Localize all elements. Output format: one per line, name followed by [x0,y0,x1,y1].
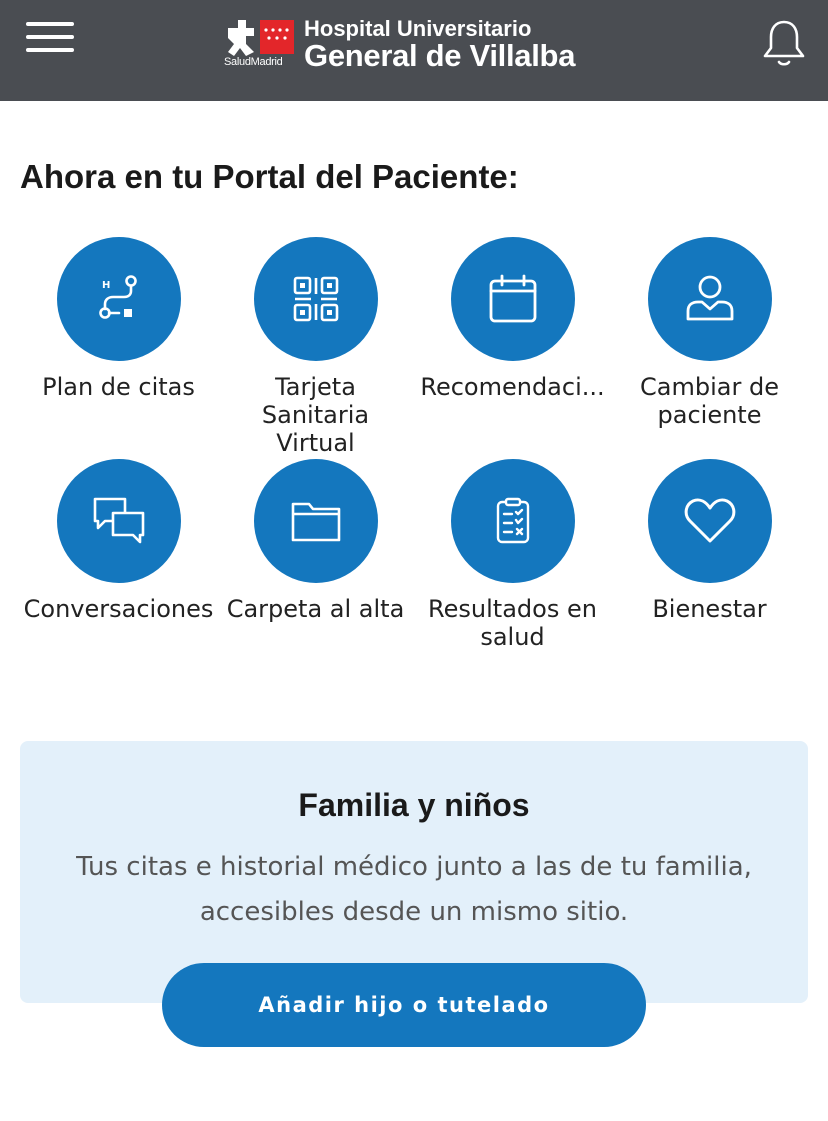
chat-bubbles-icon [93,497,144,544]
page-title: Ahora en tu Portal del Paciente: [20,158,519,195]
tile-recomendaciones[interactable]: Recomendaci... [414,237,611,401]
tile-tarjeta-sanitaria-virtual[interactable]: Tarjeta Sanitaria Virtual [217,237,414,457]
tile-resultados-en-salud[interactable]: Resultados en salud [414,459,611,651]
hospital-logo: SaludMadrid Hospital Universitario Gener… [224,16,604,76]
user-icon [686,275,733,321]
tile-bienestar[interactable]: Bienestar [611,459,808,623]
tile-label: Cambiar de paciente [640,373,779,429]
tile-conversaciones[interactable]: Conversaciones [20,459,217,623]
bell-icon[interactable] [762,18,806,68]
tile-label: Bienestar [652,595,767,623]
tile-plan-de-citas[interactable]: H Plan de citas [20,237,217,401]
app-header: SaludMadrid Hospital Universitario Gener… [0,0,828,101]
tile-label: Plan de citas [42,373,195,401]
heart-icon [684,498,735,543]
logo-brand-text: SaludMadrid [224,56,283,68]
add-child-button[interactable]: Añadir hijo o tutelado [162,963,646,1047]
tile-label: Resultados en salud [428,595,597,651]
tile-label: Tarjeta Sanitaria Virtual [261,373,370,457]
qr-code-icon [293,276,338,322]
tile-label: Carpeta al alta [226,595,405,623]
family-card-description: Tus citas e historial médico junto a las… [76,852,752,927]
tile-label: Conversaciones [23,595,214,623]
calendar-icon [489,274,536,323]
family-card-title: Familia y niños [298,787,530,823]
hamburger-icon [26,22,74,26]
folder-icon [291,502,340,542]
logo-line-2: General de Villalba [304,38,576,73]
menu-button[interactable] [26,22,74,54]
tile-label: Recomendaci... [420,373,605,401]
svg-text:H: H [102,280,110,291]
tile-carpeta-al-alta[interactable]: Carpeta al alta [217,459,414,623]
tile-cambiar-de-paciente[interactable]: Cambiar de paciente [611,237,808,429]
clipboard-checklist-icon [496,497,529,544]
route-icon: H [98,275,137,319]
